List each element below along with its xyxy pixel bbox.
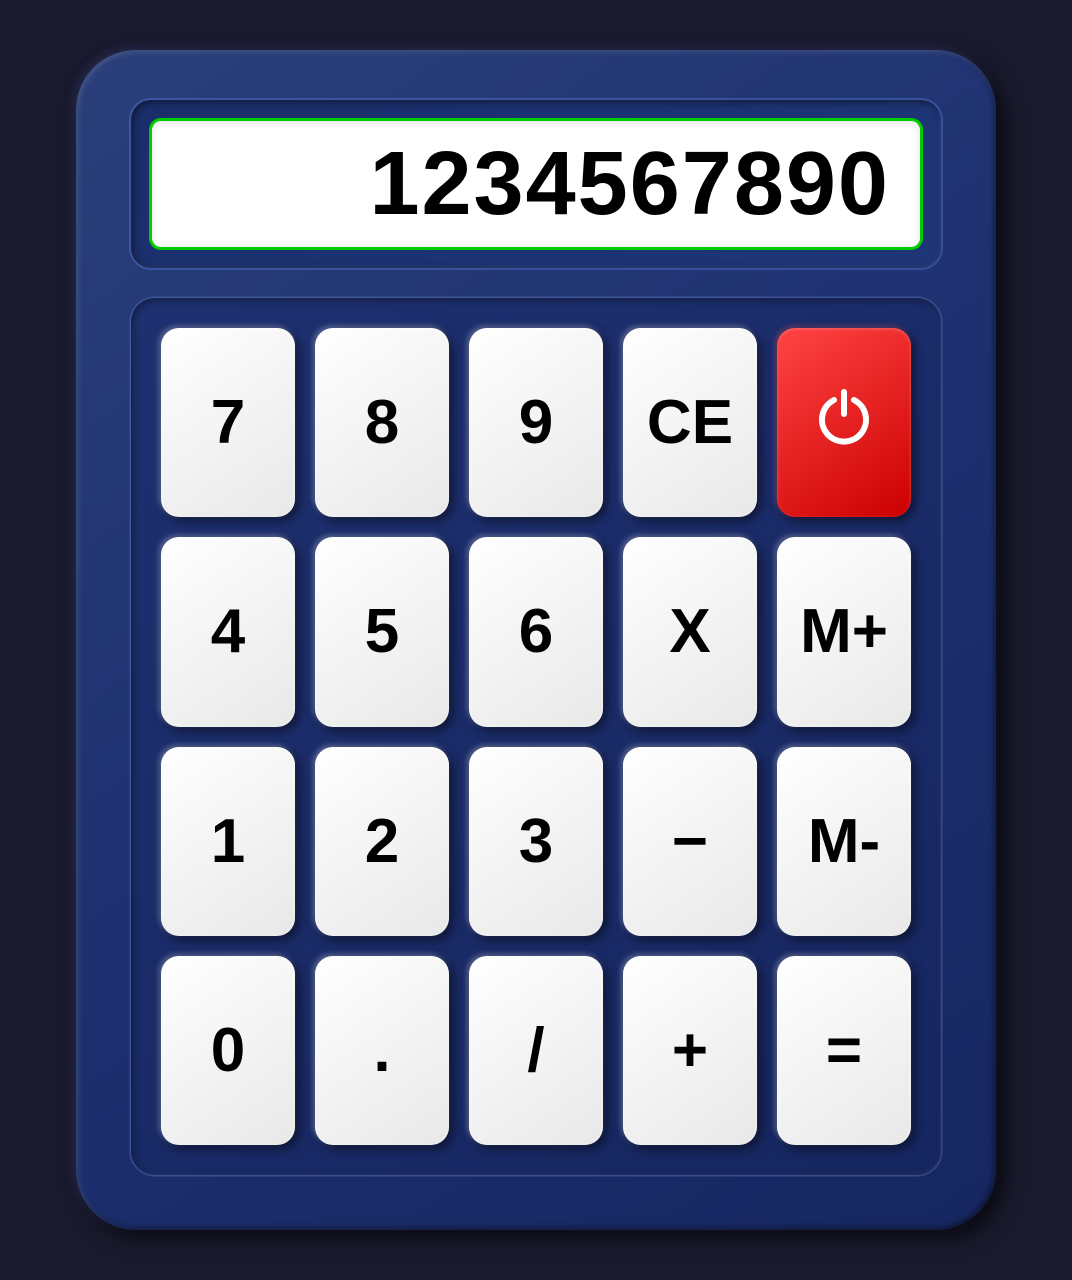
btn-0[interactable]: 0 xyxy=(161,956,295,1145)
btn-4[interactable]: 4 xyxy=(161,537,295,726)
btn-dot-label: . xyxy=(373,1015,390,1086)
display-screen: 1234567890 xyxy=(149,118,923,250)
btn-minus[interactable]: − xyxy=(623,747,757,936)
btn-8-label: 8 xyxy=(365,387,399,458)
btn-plus[interactable]: + xyxy=(623,956,757,1145)
btn-2-label: 2 xyxy=(365,806,399,877)
btn-3[interactable]: 3 xyxy=(469,747,603,936)
btn-8[interactable]: 8 xyxy=(315,328,449,517)
btn-mminus-label: M- xyxy=(808,806,880,877)
btn-plus-label: + xyxy=(672,1015,708,1086)
btn-3-label: 3 xyxy=(519,806,553,877)
btn-7-label: 7 xyxy=(211,387,245,458)
btn-ce-label: CE xyxy=(647,387,733,458)
button-grid: 7 8 9 CE 4 5 6 X M+ 1 2 3 − M- 0. / + = xyxy=(131,298,941,1175)
btn-minus-label: − xyxy=(672,806,708,877)
btn-equals[interactable]: = xyxy=(777,956,911,1145)
btn-x-label: X xyxy=(669,596,710,667)
btn-1-label: 1 xyxy=(211,806,245,877)
btn-dot[interactable]: . xyxy=(315,956,449,1145)
btn-6-label: 6 xyxy=(519,596,553,667)
btn-mplus[interactable]: M+ xyxy=(777,537,911,726)
btn-5[interactable]: 5 xyxy=(315,537,449,726)
btn-2[interactable]: 2 xyxy=(315,747,449,936)
btn-9-label: 9 xyxy=(519,387,553,458)
btn-0-label: 0 xyxy=(211,1015,245,1086)
btn-power[interactable] xyxy=(777,328,911,517)
btn-mminus[interactable]: M- xyxy=(777,747,911,936)
btn-6[interactable]: 6 xyxy=(469,537,603,726)
display-wrapper: 1234567890 xyxy=(131,100,941,268)
btn-divide-label: / xyxy=(527,1015,544,1086)
btn-x[interactable]: X xyxy=(623,537,757,726)
btn-mplus-label: M+ xyxy=(800,596,888,667)
display-value: 1234567890 xyxy=(369,134,890,234)
btn-1[interactable]: 1 xyxy=(161,747,295,936)
btn-7[interactable]: 7 xyxy=(161,328,295,517)
btn-4-label: 4 xyxy=(211,596,245,667)
calculator: 1234567890 7 8 9 CE 4 5 6 X M+ 1 2 3 − M- 0. / + = xyxy=(76,50,996,1230)
btn-5-label: 5 xyxy=(365,596,399,667)
btn-9[interactable]: 9 xyxy=(469,328,603,517)
btn-divide[interactable]: / xyxy=(469,956,603,1145)
btn-equals-label: = xyxy=(826,1015,862,1086)
btn-ce[interactable]: CE xyxy=(623,328,757,517)
power-icon xyxy=(809,388,879,458)
